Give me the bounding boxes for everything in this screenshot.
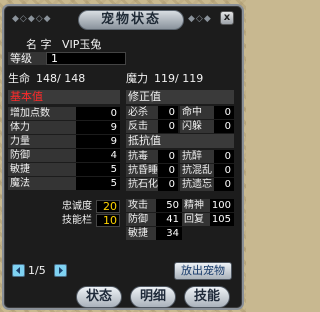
right-ornament-decoration: ◆◇◆ [188,14,212,24]
basic-stat-row: 防御 4 [8,149,120,162]
basic-stat-value: 9 [76,121,120,134]
pet-status-window: ◆◇◆◇◆ 宠物状态 ◆◇◆ x 名 字 VIP玉兔 等级 1 生命 148/ … [2,4,244,310]
page-indicator: 1/5 [28,264,46,277]
combat-stat-label: 精神 [182,199,210,212]
basic-stat-label: 体力 [8,121,76,134]
combat-stat-label: 回复 [182,213,210,226]
resist-label: 抗昏睡 [126,164,158,177]
resist-value: 0 [158,150,178,163]
basic-stat-row: 敏捷 5 [8,163,120,176]
combat-stat-value: 100 [210,199,234,212]
basic-stat-row: 力量 9 [8,135,120,148]
level-label: 等级 [8,52,46,65]
tab-status[interactable]: 状态 [76,286,122,308]
combat-stat-label: 攻击 [126,199,156,212]
hp-label: 生命 [8,72,30,85]
basic-stat-value: 9 [76,135,120,148]
loyalty-label: 忠诚度 [62,201,92,212]
resist-value: 0 [158,164,178,177]
hp-value: 148/ 148 [36,72,86,85]
resist-label: 抗毒 [126,150,158,163]
pet-name: VIP玉兔 [62,38,102,51]
level-value: 1 [46,52,126,65]
basic-stat-label: 魔法 [8,177,76,190]
tab-details[interactable]: 明细 [130,286,176,308]
basic-stat-label: 防御 [8,149,76,162]
modifier-label: 闪躲 [180,120,214,133]
modifier-value: 0 [214,106,234,119]
modifier-value: 0 [214,120,234,133]
basic-stat-value: 0 [76,107,120,120]
resist-label: 抗石化 [126,178,158,191]
mp-label: 魔力 [126,72,148,85]
basic-stat-label: 力量 [8,135,76,148]
combat-stat-value: 41 [156,213,182,226]
skill-slots-value: 10 [96,214,120,227]
basic-stat-row: 魔法 5 [8,177,120,190]
resist-header: 抵抗值 [126,134,234,148]
modifier-header: 修正值 [126,90,234,104]
basic-stats-header: 基本值 [8,90,120,104]
prev-pet-arrow-icon[interactable] [12,264,25,277]
mp-value: 119/ 119 [154,72,204,85]
loyalty-value: 20 [96,200,120,213]
next-pet-arrow-icon[interactable] [54,264,67,277]
skill-slots-label: 技能栏 [62,215,92,226]
basic-stat-value: 4 [76,149,120,162]
resist-value: 0 [214,164,234,177]
combat-stat-label: 防御 [126,213,156,226]
tab-skills[interactable]: 技能 [184,286,230,308]
modifier-label: 必杀 [126,106,158,119]
release-pet-button[interactable]: 放出宠物 [174,262,232,280]
resist-label: 抗混乱 [180,164,214,177]
window-title: 宠物状态 [78,10,184,30]
basic-stat-label: 增加点数 [8,107,76,120]
combat-stat-value: 105 [210,213,234,226]
resist-value: 0 [214,150,234,163]
modifier-label: 反击 [126,120,158,133]
resist-label: 抗遗忘 [180,178,214,191]
combat-stat-value: 50 [156,199,182,212]
basic-stat-label: 敏捷 [8,163,76,176]
combat-stat-label: 敏捷 [126,227,156,240]
left-ornament-decoration: ◆◇◆◇◆ [12,14,52,24]
modifier-value: 0 [158,120,178,133]
combat-stat-value: 34 [156,227,182,240]
resist-value: 0 [158,178,178,191]
modifier-value: 0 [158,106,178,119]
resist-value: 0 [214,178,234,191]
modifier-label: 命中 [180,106,214,119]
basic-stat-value: 5 [76,163,120,176]
basic-stat-row: 增加点数 0 [8,107,120,120]
close-icon[interactable]: x [220,11,234,25]
name-label: 名 字 [26,38,52,51]
basic-stat-row: 体力 9 [8,121,120,134]
basic-stat-value: 5 [76,177,120,190]
resist-label: 抗醉 [180,150,214,163]
